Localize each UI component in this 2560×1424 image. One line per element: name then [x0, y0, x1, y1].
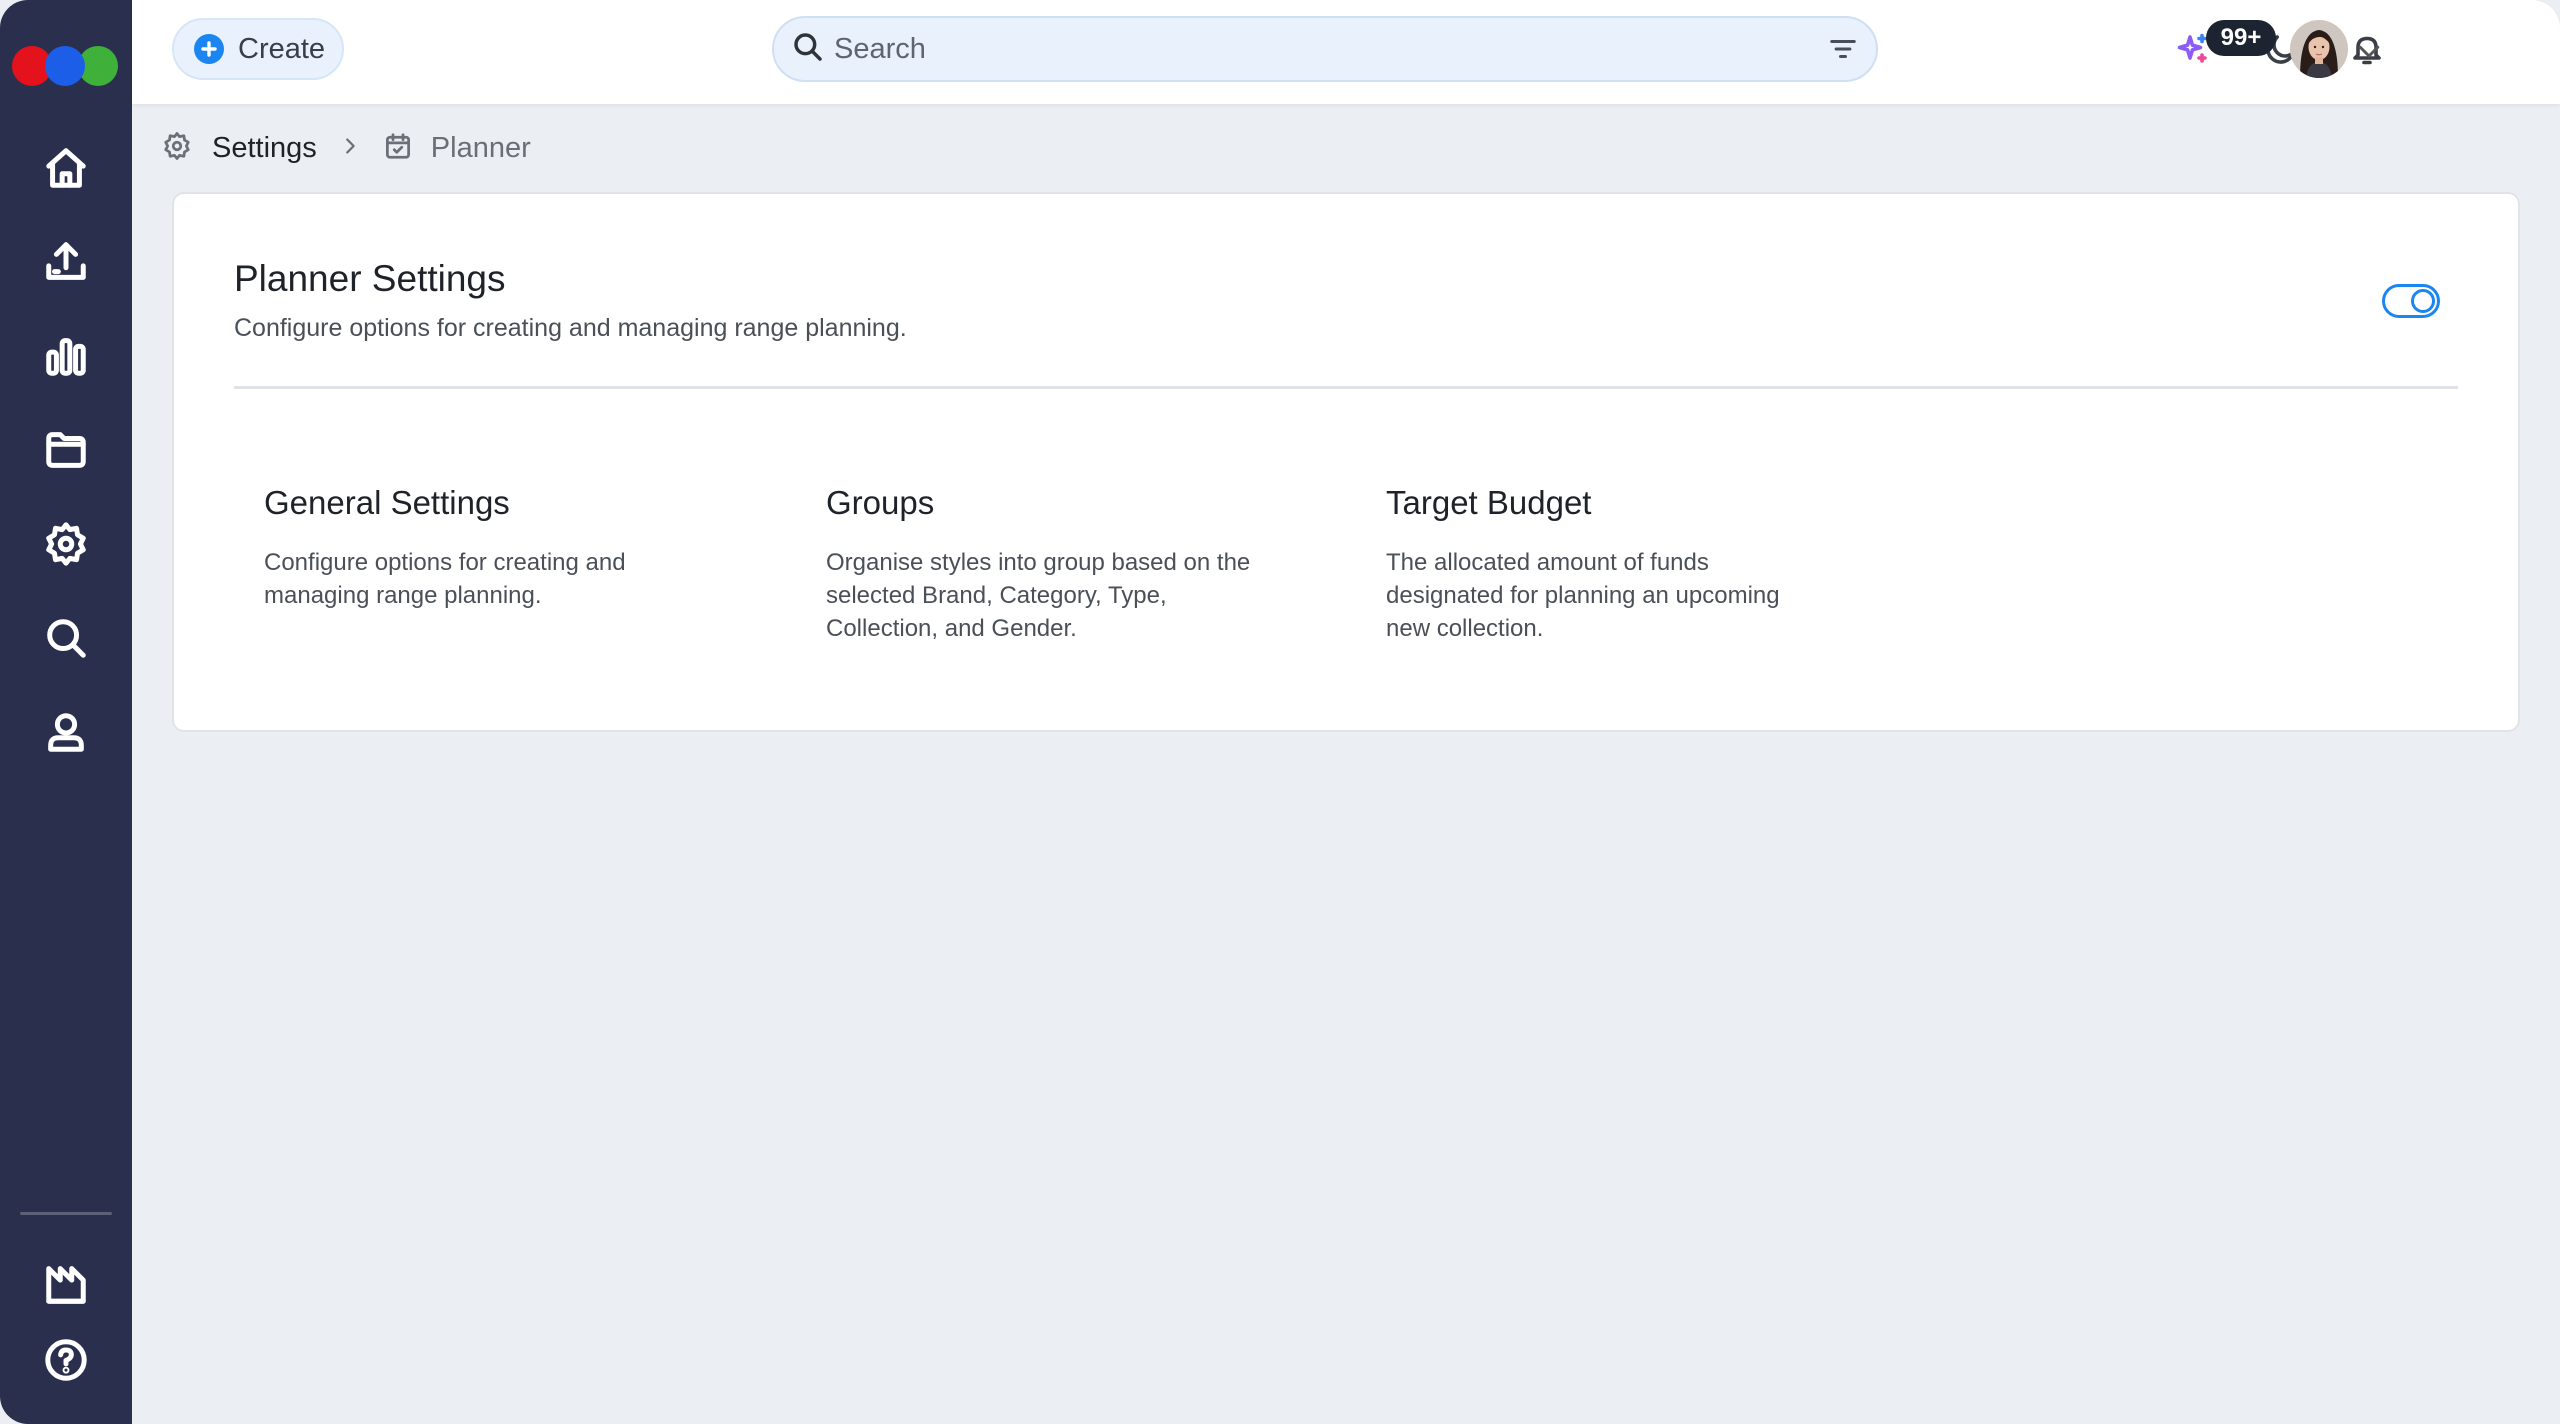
plus-icon — [194, 34, 224, 64]
groups-option[interactable]: Groups Organise styles into group based … — [826, 484, 1266, 645]
page-title: Planner Settings — [234, 258, 506, 299]
section-description: The allocated amount of funds designated… — [1386, 549, 1780, 642]
settings-icon[interactable] — [36, 514, 96, 574]
help-icon[interactable] — [36, 1330, 96, 1390]
breadcrumb-current: Planner — [430, 131, 531, 164]
create-button[interactable]: Create — [172, 18, 344, 80]
home-icon[interactable] — [36, 138, 96, 198]
app-logo[interactable] — [12, 46, 118, 86]
avatar[interactable] — [2290, 20, 2348, 78]
search-icon — [792, 31, 824, 68]
chevron-right-icon — [339, 135, 361, 162]
general-settings-option[interactable]: General Settings Configure options for c… — [264, 484, 704, 612]
target-budget-option[interactable]: Target Budget The allocated amount of fu… — [1386, 484, 1826, 645]
upload-icon[interactable] — [36, 232, 96, 292]
search-nav-icon[interactable] — [36, 608, 96, 668]
section-description: Organise styles into group based on the … — [826, 549, 1251, 642]
calendar-icon — [383, 131, 413, 166]
section-title: General Settings — [264, 484, 510, 521]
chevron-down-icon[interactable] — [2354, 36, 2384, 71]
planner-settings-card: Planner Settings Configure options for c… — [172, 192, 2520, 732]
factory-icon[interactable] — [36, 1254, 96, 1314]
search-input[interactable] — [834, 32, 1794, 66]
sidebar — [0, 0, 132, 1424]
breadcrumb-settings-link[interactable]: Settings — [212, 132, 317, 165]
section-title: Target Budget — [1386, 484, 1592, 521]
user-icon[interactable] — [36, 702, 96, 762]
create-button-label: Create — [238, 32, 326, 65]
divider — [234, 386, 2458, 389]
section-title: Groups — [826, 484, 935, 521]
filter-icon[interactable] — [1828, 34, 1858, 69]
folder-icon[interactable] — [36, 420, 96, 480]
notification-badge: 99+ — [2206, 20, 2276, 56]
page-subtitle: Configure options for creating and manag… — [234, 314, 907, 342]
section-description: Configure options for creating and manag… — [264, 549, 626, 609]
planner-enable-toggle[interactable] — [2382, 284, 2440, 318]
analytics-icon[interactable] — [36, 326, 96, 386]
sidebar-divider — [20, 1212, 112, 1215]
breadcrumb: Settings Planner — [162, 128, 531, 168]
gear-icon — [162, 131, 192, 166]
search-bar[interactable] — [772, 16, 1878, 82]
